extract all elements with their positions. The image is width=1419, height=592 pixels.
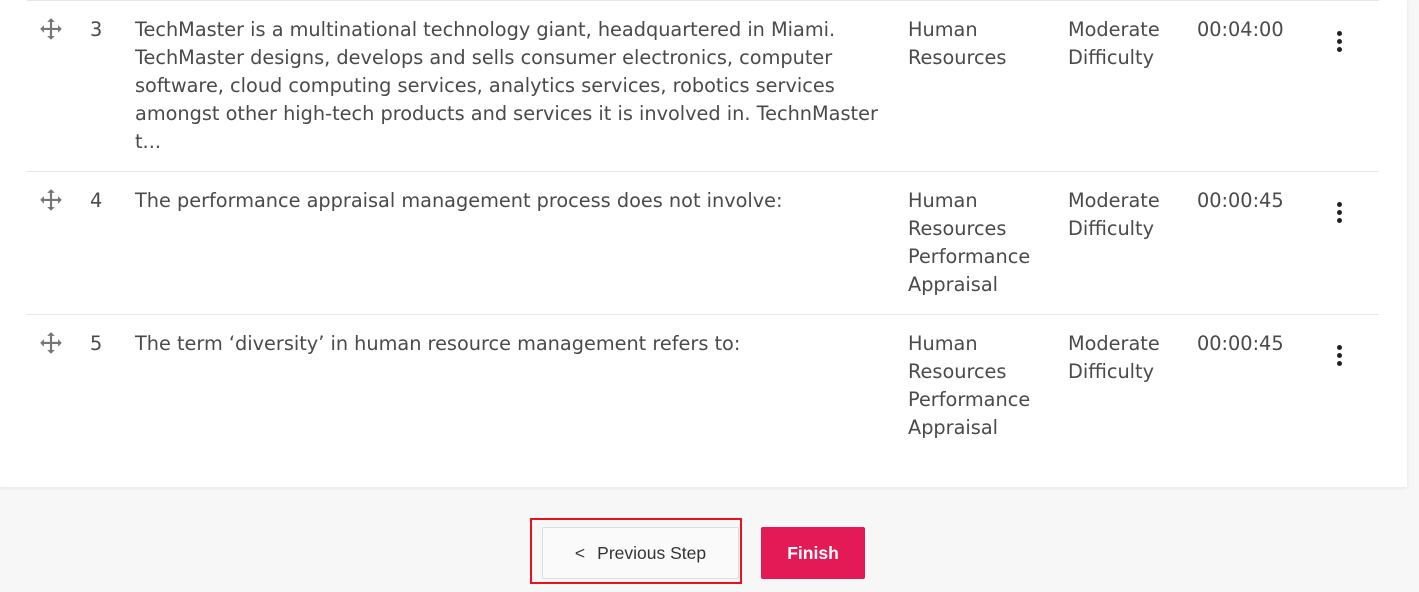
finish-button[interactable]: Finish xyxy=(761,527,865,579)
question-difficulty: Moderate Difficulty xyxy=(1068,332,1160,383)
finish-label: Finish xyxy=(787,542,839,563)
question-time: 00:00:45 xyxy=(1197,189,1284,212)
table-row: 3 TechMaster is a multinational technolo… xyxy=(27,0,1379,172)
question-number: 5 xyxy=(90,332,103,355)
question-time: 00:00:45 xyxy=(1197,332,1284,355)
move-arrows-icon[interactable] xyxy=(38,188,64,214)
kebab-menu-icon[interactable] xyxy=(1329,31,1349,55)
question-number: 3 xyxy=(90,18,103,41)
question-text: The performance appraisal management pro… xyxy=(135,189,783,212)
previous-step-label: Previous Step xyxy=(597,542,707,563)
move-arrows-icon[interactable] xyxy=(38,17,64,43)
question-difficulty: Moderate Difficulty xyxy=(1068,18,1160,69)
question-list-card: 3 TechMaster is a multinational technolo… xyxy=(0,0,1407,487)
question-time: 00:04:00 xyxy=(1197,18,1284,41)
table-row: 4 The performance appraisal management p… xyxy=(27,172,1379,315)
question-category: Human Resources Performance Appraisal xyxy=(908,189,1031,296)
question-text: The term ‘diversity’ in human resource m… xyxy=(135,332,741,355)
kebab-menu-icon[interactable] xyxy=(1329,345,1349,369)
kebab-menu-icon[interactable] xyxy=(1329,202,1349,226)
chevron-left-icon: < xyxy=(574,542,586,563)
table-row: 5 The term ‘diversity’ in human resource… xyxy=(27,315,1379,487)
move-arrows-icon[interactable] xyxy=(38,331,64,357)
question-category: Human Resources xyxy=(908,18,1007,69)
question-category: Human Resources Performance Appraisal xyxy=(908,332,1031,439)
previous-step-button[interactable]: < Previous Step xyxy=(542,527,739,579)
question-text: TechMaster is a multinational technology… xyxy=(135,18,878,153)
question-number: 4 xyxy=(90,189,103,212)
question-difficulty: Moderate Difficulty xyxy=(1068,189,1160,240)
